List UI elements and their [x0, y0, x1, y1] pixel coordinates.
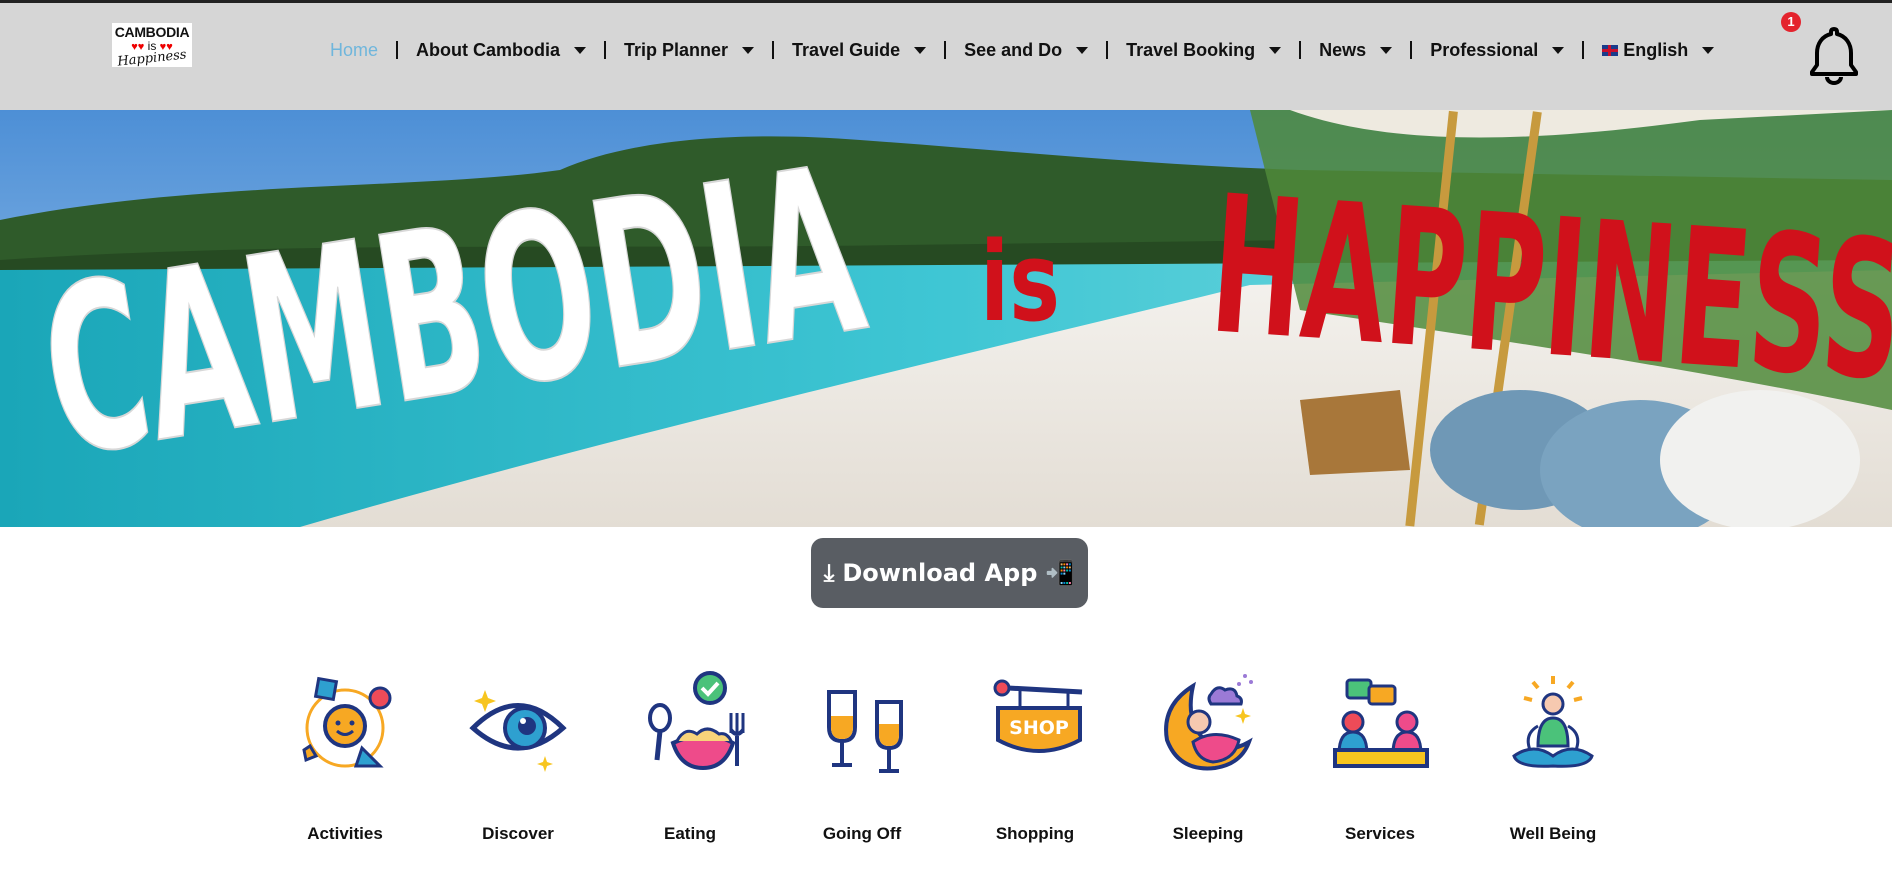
nav-separator — [944, 41, 947, 59]
nav-separator — [604, 41, 607, 59]
category-label: Activities — [307, 824, 383, 843]
site-logo[interactable]: CAMBODIA ♥♥ is ♥♥ Happiness — [112, 23, 192, 70]
nav-news-label: News — [1319, 39, 1367, 60]
category-label: Discover — [482, 824, 554, 843]
eye-icon — [469, 690, 567, 772]
nav-item-news[interactable]: News — [1319, 39, 1393, 61]
category-label: Well Being — [1509, 824, 1597, 843]
category-activities[interactable]: Activities — [270, 668, 420, 848]
nav-trip-planner-label: Trip Planner — [624, 39, 729, 60]
category-discover[interactable]: Discover — [443, 668, 593, 848]
category-label: Sleeping — [1172, 824, 1244, 843]
download-app-label: Download App — [842, 559, 1038, 587]
nav-about-label: About Cambodia — [416, 39, 561, 60]
caret-down-icon — [742, 46, 755, 54]
mobile-phone-icon: 📲 — [1045, 559, 1076, 587]
nav-item-about-cambodia[interactable]: About Cambodia — [416, 39, 587, 61]
glasses-icon — [827, 690, 903, 773]
meditation-icon — [1512, 676, 1594, 768]
caret-down-icon — [574, 46, 587, 54]
uk-flag-icon — [1602, 44, 1619, 56]
caret-down-icon — [1552, 46, 1565, 54]
notification-badge: 1 — [1781, 12, 1801, 32]
site-header: CAMBODIA ♥♥ is ♥♥ Happiness Home About C… — [0, 3, 1892, 110]
nav-item-travel-guide[interactable]: Travel Guide — [792, 39, 927, 61]
caret-down-icon — [914, 46, 927, 54]
svg-text:SHOP: SHOP — [1009, 717, 1069, 739]
category-going-off[interactable]: Going Off — [787, 668, 937, 848]
category-list: Activities Discover Eating Going Off SHO… — [0, 668, 1892, 848]
shop-sign-icon: SHOP — [993, 679, 1083, 753]
caret-down-icon — [1076, 46, 1089, 54]
category-well-being[interactable]: Well Being — [1478, 668, 1628, 848]
nav-separator — [1299, 41, 1302, 59]
category-label: Services — [1345, 824, 1415, 843]
nav-separator — [772, 41, 775, 59]
eating-icon — [648, 671, 745, 771]
nav-travel-guide-label: Travel Guide — [792, 39, 901, 60]
category-label: Going Off — [822, 824, 902, 843]
download-icon: ⤓ — [823, 559, 835, 587]
nav-item-language[interactable]: English — [1602, 39, 1715, 61]
moon-sleep-icon — [1164, 674, 1253, 771]
nav-item-trip-planner[interactable]: Trip Planner — [624, 39, 755, 61]
nav-travel-booking-label: Travel Booking — [1126, 39, 1256, 60]
main-navigation: Home About Cambodia Trip Planner Travel … — [330, 37, 1715, 63]
services-icon — [1333, 678, 1429, 768]
nav-item-see-and-do[interactable]: See and Do — [964, 39, 1089, 61]
nav-separator — [1410, 41, 1413, 59]
category-label: Shopping — [995, 824, 1075, 843]
category-label: Eating — [664, 824, 716, 843]
nav-separator — [396, 41, 399, 59]
caret-down-icon — [1702, 46, 1715, 54]
caret-down-icon — [1269, 46, 1282, 54]
category-services[interactable]: Services — [1305, 668, 1455, 848]
category-sleeping[interactable]: Sleeping — [1133, 668, 1283, 848]
nav-separator — [1106, 41, 1109, 59]
hero-banner: CAMBODIA is HAPPINESS — [0, 110, 1892, 527]
category-shopping[interactable]: SHOP Shopping — [960, 668, 1110, 848]
download-app-button[interactable]: ⤓ Download App 📲 — [811, 538, 1088, 608]
logo-line-1: CAMBODIA — [114, 24, 190, 40]
activities-icon — [302, 676, 392, 768]
bell-icon[interactable] — [1806, 25, 1862, 85]
hero-word-is: is — [980, 218, 1060, 346]
nav-item-home[interactable]: Home — [330, 40, 378, 61]
category-eating[interactable]: Eating — [615, 668, 765, 848]
caret-down-icon — [1380, 46, 1393, 54]
nav-item-professional[interactable]: Professional — [1430, 39, 1565, 61]
nav-home-label: Home — [330, 39, 379, 60]
nav-see-and-do-label: See and Do — [964, 39, 1063, 60]
nav-language-label: English — [1623, 39, 1689, 60]
nav-item-travel-booking[interactable]: Travel Booking — [1126, 39, 1282, 61]
nav-separator — [1582, 41, 1585, 59]
nav-professional-label: Professional — [1430, 39, 1539, 60]
